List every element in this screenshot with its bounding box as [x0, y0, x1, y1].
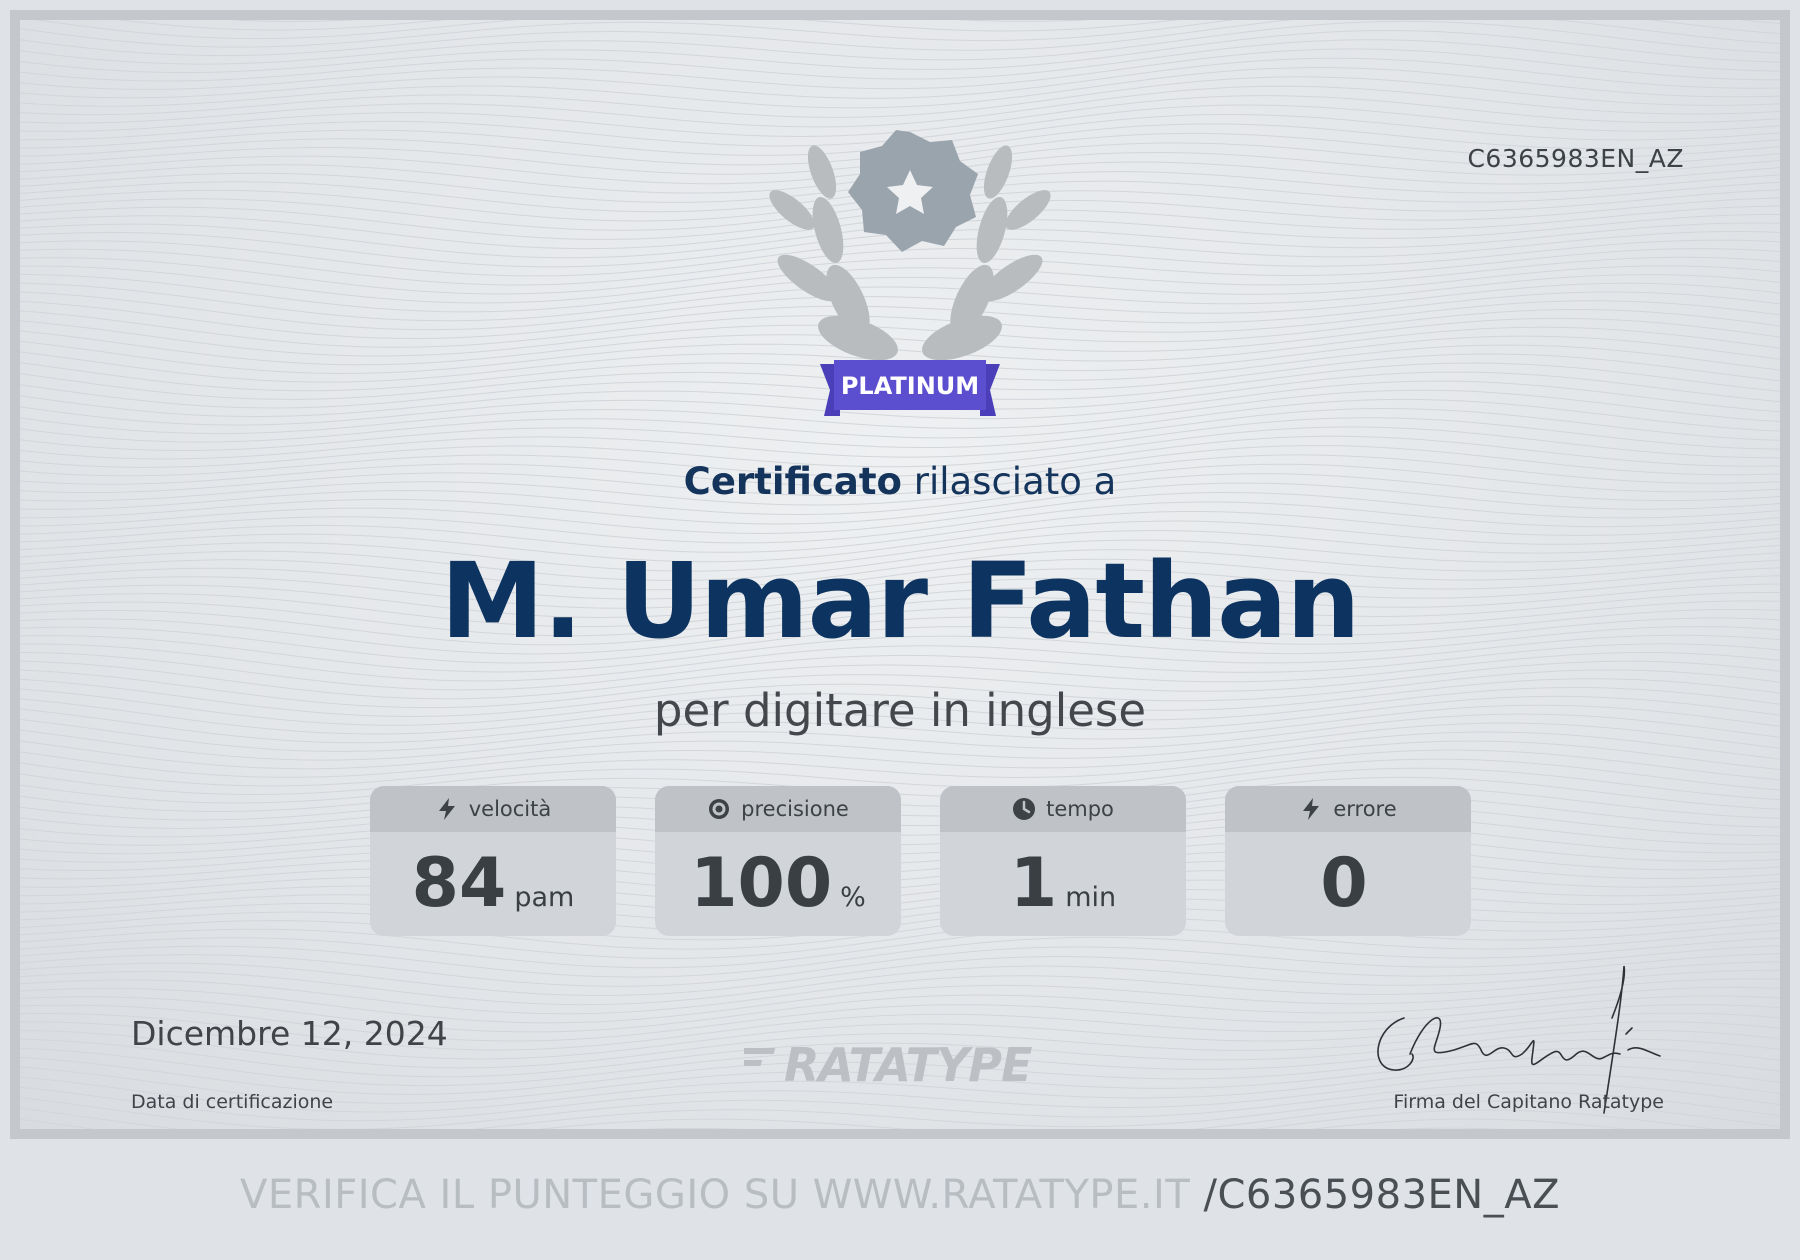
- stat-label: tempo: [1046, 797, 1114, 821]
- stat-body: 84 pam: [370, 832, 616, 936]
- stat-unit: min: [1065, 882, 1117, 913]
- stat-card-time: tempo 1 min: [940, 786, 1186, 936]
- verify-code-link[interactable]: /C6365983EN_AZ: [1203, 1172, 1560, 1218]
- verify-prefix: VERIFICA IL PUNTEGGIO SU WWW.RATATYPE.IT: [240, 1172, 1204, 1218]
- medal-star-icon: [848, 130, 978, 252]
- stat-body: 1 min: [940, 832, 1186, 936]
- stat-header: velocità: [370, 786, 616, 832]
- stat-label: velocità: [468, 797, 552, 821]
- brand-name: RATATYPE: [784, 1038, 1032, 1088]
- ratatype-logo: RATATYPE: [744, 1038, 1033, 1088]
- heading-rest: rilasciato a: [901, 460, 1117, 503]
- stat-value: 84: [411, 844, 507, 923]
- stat-value: 0: [1320, 844, 1368, 923]
- heading-strong: Certificato: [683, 460, 902, 503]
- stat-body: 100 %: [655, 832, 901, 936]
- platinum-label: PLATINUM: [841, 372, 979, 400]
- certificate-frame: C6365983EN_AZ PLATINUM Certificato rilas…: [10, 10, 1790, 1139]
- target-icon: [709, 799, 730, 819]
- stat-header: precisione: [655, 786, 901, 832]
- signature-label: Firma del Capitano Ratatype: [1393, 1091, 1664, 1113]
- stat-card-errors: errore 0: [1225, 786, 1471, 936]
- stat-body: 0: [1225, 832, 1471, 936]
- lightning-icon: [438, 798, 455, 820]
- stat-card-speed: velocità 84 pam: [370, 786, 616, 936]
- stat-header: tempo: [940, 786, 1186, 832]
- stat-label: precisione: [741, 797, 849, 821]
- stat-header: errore: [1225, 786, 1471, 832]
- certificate-subject: per digitare in inglese: [653, 684, 1147, 737]
- platinum-badge: PLATINUM: [769, 130, 1051, 416]
- stats-row: velocità 84 pam precisione 100 % tempo 1…: [370, 786, 1471, 938]
- stat-value: 100: [690, 844, 833, 923]
- recipient-name: M. Umar Fathan: [440, 540, 1361, 662]
- stat-card-accuracy: precisione 100 %: [655, 786, 901, 936]
- verify-footer: VERIFICA IL PUNTEGGIO SU WWW.RATATYPE.IT…: [0, 1172, 1800, 1218]
- certification-date-label: Data di certificazione: [131, 1091, 334, 1113]
- stat-label: errore: [1333, 797, 1397, 821]
- certificate-code: C6365983EN_AZ: [1467, 144, 1684, 173]
- clock-icon: [1013, 798, 1036, 820]
- certificate-page: C6365983EN_AZ PLATINUM Certificato rilas…: [0, 0, 1800, 1260]
- stat-unit: %: [840, 882, 866, 913]
- lightning-icon: [1303, 798, 1320, 820]
- certification-date: Dicembre 12, 2024: [131, 1014, 448, 1053]
- stat-value: 1: [1009, 844, 1058, 923]
- stat-unit: pam: [514, 882, 575, 913]
- certificate-heading: Certificato rilasciato a: [20, 460, 1780, 503]
